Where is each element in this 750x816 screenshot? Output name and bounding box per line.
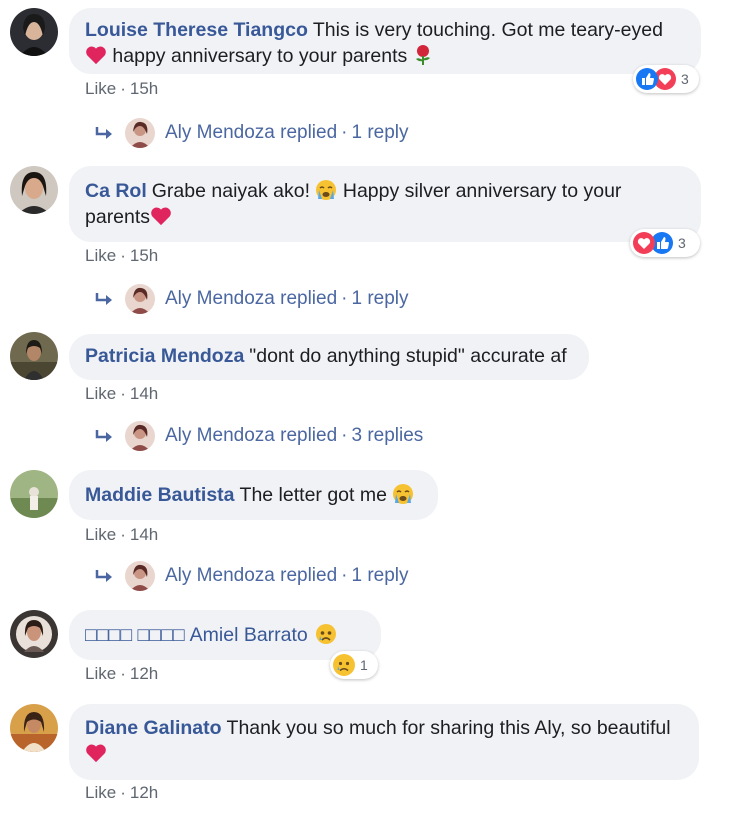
avatar[interactable]	[10, 8, 58, 56]
heart-emoji-icon	[86, 46, 106, 65]
comment-meta: Like · 12h	[85, 664, 158, 684]
comment-timestamp[interactable]: 14h	[130, 384, 158, 403]
comment-timestamp[interactable]: 15h	[130, 246, 158, 265]
comment-bubble: □□□□ □□□□ Amiel Barrato	[69, 610, 381, 660]
reaction-count: 3	[681, 71, 689, 87]
comment-author[interactable]: Louise Therese Tiangco	[85, 19, 308, 41]
comment-author[interactable]: □□□□ □□□□	[85, 624, 185, 646]
comment-bubble: Patricia Mendoza "dont do anything stupid…	[69, 334, 589, 380]
reply-count[interactable]: 3 replies	[351, 425, 423, 447]
comment-text: "dont do anything stupid" accurate af	[249, 345, 567, 367]
avatar[interactable]	[10, 704, 58, 752]
comment-bubble: Louise Therese Tiangco This is very touch…	[69, 8, 701, 74]
reply-arrow-icon	[95, 430, 112, 442]
comment-author[interactable]: Diane Galinato	[85, 717, 222, 739]
like-button[interactable]: Like	[85, 664, 116, 683]
like-button[interactable]: Like	[85, 783, 116, 802]
comment-text: Grabe naiyak ako!	[151, 180, 311, 202]
meta-dot: ·	[120, 246, 126, 265]
comment-text: Thank you so much for sharing this Aly, …	[226, 717, 671, 739]
reply-dot: ·	[341, 425, 348, 446]
reaction-count: 3	[678, 235, 686, 251]
comment-meta: Like · 12h	[85, 783, 158, 803]
comment-text: The letter got me	[239, 484, 387, 506]
comment-author[interactable]: Patricia Mendoza	[85, 345, 244, 367]
replies-link[interactable]: Aly Mendoza replied · 1 reply	[95, 284, 409, 314]
meta-dot: ·	[120, 664, 126, 683]
comment-text: This is very touching. Got me teary-eyed	[312, 19, 663, 41]
reply-avatar	[125, 284, 155, 314]
comment-meta: Like · 15h	[85, 246, 158, 266]
comment-text-2: happy anniversary to your parents	[112, 45, 408, 67]
heart-emoji-icon	[86, 744, 106, 763]
comment-meta: Like · 14h	[85, 384, 158, 404]
comment-text-2: Happy silver anniversary to your	[342, 180, 622, 202]
comment-author[interactable]: Ca Rol	[85, 180, 147, 202]
comment-mention[interactable]: Amiel Barrato	[190, 624, 308, 646]
reply-dot: ·	[341, 122, 348, 143]
reply-avatar	[125, 561, 155, 591]
reply-author[interactable]: Aly Mendoza replied	[165, 288, 337, 310]
heart-emoji-icon	[151, 207, 171, 226]
reply-arrow-icon	[95, 293, 112, 305]
comment-meta: Like · 15h	[85, 79, 158, 99]
reply-count[interactable]: 1 reply	[351, 122, 408, 144]
reply-avatar	[125, 118, 155, 148]
reply-avatar	[125, 421, 155, 451]
reply-dot: ·	[341, 565, 348, 586]
reaction-count: 1	[360, 657, 368, 673]
reply-arrow-icon	[95, 127, 112, 139]
reply-author[interactable]: Aly Mendoza replied	[165, 122, 337, 144]
meta-dot: ·	[120, 384, 126, 403]
love-reaction-icon	[633, 232, 655, 254]
reply-author[interactable]: Aly Mendoza replied	[165, 565, 337, 587]
reply-count[interactable]: 1 reply	[351, 565, 408, 587]
avatar[interactable]	[10, 332, 58, 380]
crying-emoji-icon	[393, 484, 414, 504]
comment-bubble: Diane Galinato Thank you so much for shar…	[69, 704, 699, 780]
replies-link[interactable]: Aly Mendoza replied · 1 reply	[95, 561, 409, 591]
reply-count[interactable]: 1 reply	[351, 288, 408, 310]
reply-dot: ·	[341, 288, 348, 309]
reaction-summary[interactable]: 3	[630, 229, 700, 257]
reaction-summary[interactable]: 3	[633, 65, 699, 93]
comment-bubble: Ca Rol Grabe naiyak ako! Happy silver ann…	[69, 166, 701, 242]
replies-link[interactable]: Aly Mendoza replied · 3 replies	[95, 421, 423, 451]
like-reaction-icon	[636, 68, 658, 90]
comment-timestamp[interactable]: 15h	[130, 79, 158, 98]
comment-author[interactable]: Maddie Bautista	[85, 484, 235, 506]
like-button[interactable]: Like	[85, 384, 116, 403]
comment-timestamp[interactable]: 14h	[130, 525, 158, 544]
like-button[interactable]: Like	[85, 79, 116, 98]
avatar[interactable]	[10, 610, 58, 658]
sad-emoji-icon	[316, 624, 337, 644]
comment-timestamp[interactable]: 12h	[130, 664, 158, 683]
reaction-summary[interactable]: 1	[330, 651, 378, 679]
reply-arrow-icon	[95, 570, 112, 582]
comment-text-3: parents	[85, 206, 151, 228]
like-button[interactable]: Like	[85, 246, 116, 265]
comment-bubble: Maddie Bautista The letter got me	[69, 470, 438, 520]
meta-dot: ·	[120, 79, 126, 98]
meta-dot: ·	[120, 783, 126, 802]
reply-author[interactable]: Aly Mendoza replied	[165, 425, 337, 447]
avatar[interactable]	[10, 470, 58, 518]
sad-reaction-icon	[333, 654, 355, 676]
meta-dot: ·	[120, 525, 126, 544]
comment-timestamp[interactable]: 12h	[130, 783, 158, 802]
replies-link[interactable]: Aly Mendoza replied · 1 reply	[95, 118, 409, 148]
comment-meta: Like · 14h	[85, 525, 158, 545]
crying-emoji-icon	[316, 180, 337, 200]
like-button[interactable]: Like	[85, 525, 116, 544]
rose-emoji-icon	[415, 45, 430, 65]
avatar[interactable]	[10, 166, 58, 214]
